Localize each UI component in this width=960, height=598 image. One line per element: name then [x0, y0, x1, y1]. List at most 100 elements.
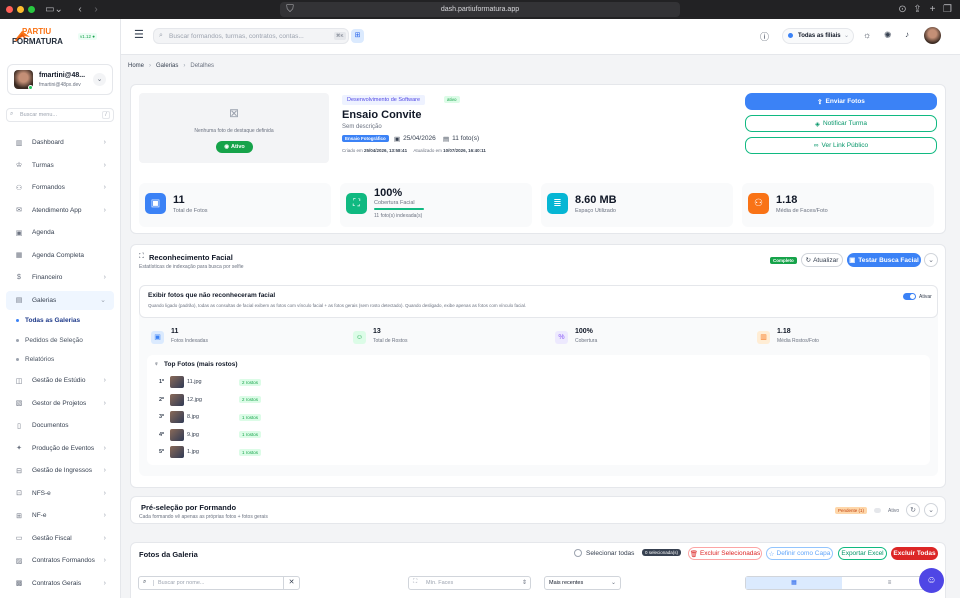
- min-faces-select[interactable]: ⛶ Mín. Faces ⇕: [408, 576, 531, 590]
- menu-icon[interactable]: ☰: [134, 30, 144, 41]
- megaphone-icon: ◈: [814, 120, 820, 128]
- sidebar-item-agenda[interactable]: ▣ Agenda: [6, 223, 114, 242]
- no-photo-text: Nenhuma foto de destaque definida: [194, 128, 274, 134]
- file-name: 1.jpg: [187, 449, 199, 455]
- sidebar-item-produ-o-de-eventos[interactable]: ✦ Produção de Eventos ›: [6, 439, 114, 458]
- breadcrumb-galerias[interactable]: Galerias: [156, 63, 178, 69]
- sidebar-item-turmas[interactable]: ♔ Turmas ›: [6, 156, 114, 175]
- sidebar-toggle-icon[interactable]: ▭⌄: [42, 3, 66, 16]
- sidebar-item-dashboard[interactable]: ▥ Dashboard ›: [6, 133, 114, 152]
- url-bar[interactable]: dash.partiuformatura.app: [280, 2, 680, 17]
- tabs-overview-icon[interactable]: ❐: [942, 3, 953, 16]
- preselection-chevron-icon[interactable]: ⌄: [924, 503, 938, 517]
- status-badge[interactable]: ◉ Ativo: [216, 141, 253, 153]
- show-unrecognized-toggle[interactable]: [903, 293, 916, 300]
- users-icon: ⚇: [748, 193, 769, 214]
- filial-selector[interactable]: Todas as filiais ⌄: [782, 28, 854, 44]
- new-tab-icon[interactable]: +: [927, 3, 938, 16]
- preselection-toggle[interactable]: [874, 508, 881, 513]
- sidebar-item-financeiro[interactable]: $ Financeiro ›: [6, 268, 114, 287]
- top-photo-row[interactable]: 3º 8.jpg 1 rostos: [159, 411, 262, 423]
- sidebar-subitem-relat-rios[interactable]: Relatórios: [16, 356, 54, 363]
- photo-search-input[interactable]: Buscar por nome...: [153, 580, 204, 586]
- back-icon[interactable]: ‹: [74, 3, 86, 16]
- rank: 1º: [159, 379, 165, 385]
- menu-search-input[interactable]: Buscar menu...: [20, 112, 57, 118]
- sidebar-subitem-todas-as-galerias[interactable]: Todas as Galerias: [16, 317, 80, 324]
- forward-icon[interactable]: ›: [90, 3, 102, 16]
- sidebar-item-contratos-gerais[interactable]: ▩ Contratos Gerais ›: [6, 574, 114, 593]
- delete-all-button[interactable]: Excluir Todas: [891, 547, 938, 560]
- menu-search[interactable]: ⌕ Buscar menu... /: [6, 108, 114, 122]
- face-icon: ⛶: [413, 579, 418, 585]
- top-photo-row[interactable]: 4º 9.jpg 1 rostos: [159, 428, 262, 441]
- user-email: fmartini@48px.dev: [39, 82, 81, 88]
- global-search-input[interactable]: Buscar formandos, turmas, contratos, con…: [169, 33, 304, 40]
- global-search[interactable]: ⌕ Buscar formandos, turmas, contratos, c…: [153, 28, 349, 44]
- shield-icon: ⛉: [286, 4, 294, 15]
- facial-inner-panel: Exibir fotos que não reconheceram facial…: [139, 285, 938, 476]
- sidebar-item-formandos[interactable]: ⚇ Formandos ›: [6, 178, 114, 197]
- top-photo-row[interactable]: 5º 1.jpg 1 rostos: [159, 446, 262, 458]
- send-photos-button[interactable]: ⇪ Enviar Fotos: [745, 93, 937, 110]
- preselection-refresh-icon[interactable]: ↻: [906, 503, 920, 517]
- apps-grid-icon[interactable]: ⊞: [351, 29, 364, 43]
- grid-view-button[interactable]: ▦: [746, 577, 842, 589]
- filial-label: Todas as filiais: [798, 33, 841, 39]
- sidebar-item-nf-e[interactable]: ⊞ NF-e ›: [6, 506, 114, 525]
- close-window-button[interactable]: [6, 6, 13, 13]
- image-icon: ▤: [443, 136, 450, 143]
- collapse-chevron-icon[interactable]: ⌄: [924, 253, 938, 267]
- top-photo-row[interactable]: 1º 11.jpg 2 rostos: [159, 376, 262, 388]
- sidebar-item-nfs-e[interactable]: ⊡ NFS-e ›: [6, 484, 114, 503]
- sun-icon[interactable]: ☼: [863, 30, 871, 40]
- photo-search[interactable]: ⌕ Buscar por nome... ✕: [138, 576, 300, 590]
- toggle-title: Exibir fotos que não reconheceram facial: [148, 292, 276, 299]
- sidebar-item-gestor-de-projetos[interactable]: ▧ Gestor de Projetos ›: [6, 394, 114, 413]
- trophy-icon: ♆: [154, 361, 159, 368]
- document-icon: ▯: [17, 422, 21, 430]
- sidebar-item-gest-o-de-est-dio[interactable]: ◫ Gestão de Estúdio ›: [6, 371, 114, 390]
- minimize-window-button[interactable]: [17, 6, 24, 13]
- chat-icon: ✉: [16, 207, 22, 214]
- clear-search-icon[interactable]: ✕: [283, 577, 299, 589]
- fiscal-icon: ▭: [15, 535, 23, 542]
- top-photo-row[interactable]: 2º 12.jpg 2 rostos: [159, 393, 262, 406]
- sidebar-item-contratos-formandos[interactable]: ▨ Contratos Formandos ›: [6, 551, 114, 570]
- pending-badge: Pendente (1): [835, 507, 868, 514]
- top-avatar[interactable]: [924, 27, 941, 44]
- chat-support-icon[interactable]: ☺: [919, 568, 944, 593]
- calendar-icon: ▣: [394, 136, 401, 143]
- share-icon[interactable]: ⇪: [912, 3, 923, 16]
- stat-card: ⛶ 100% Cobertura Facial 11 foto(s) indexada…: [340, 183, 532, 227]
- stat-value: 1.18: [776, 194, 798, 206]
- sort-select[interactable]: Mais recentes ⌄: [544, 576, 621, 590]
- toggle-panel: Exibir fotos que não reconheceram facial…: [139, 285, 938, 318]
- public-link-button[interactable]: ∞ Ver Link Público: [745, 137, 937, 154]
- test-facial-search-button[interactable]: ▣ Testar Busca Facial: [847, 253, 921, 267]
- chevron-icon: ›: [103, 444, 106, 452]
- sidebar-item-atendimento-app[interactable]: ✉ Atendimento App ›: [6, 201, 114, 220]
- delete-selected-button[interactable]: 🗑 Excluir Selecionadas: [688, 547, 762, 560]
- sidebar-item-gest-o-de-ingressos[interactable]: ⊟ Gestão de Ingressos ›: [6, 461, 114, 480]
- sidebar-item-gest-o-fiscal[interactable]: ▭ Gestão Fiscal ›: [6, 529, 114, 548]
- set-cover-button[interactable]: ☆ Definir como Capa: [766, 547, 833, 560]
- facial-stat-value: 11: [171, 328, 179, 335]
- user-card[interactable]: fmartini@48... fmartini@48px.dev ⌄: [7, 64, 113, 95]
- export-excel-button[interactable]: Exportar Excel: [838, 547, 887, 560]
- maximize-window-button[interactable]: [28, 6, 35, 13]
- settings-gear-icon[interactable]: ✺: [884, 30, 892, 41]
- help-icon[interactable]: ⓘ: [760, 30, 769, 43]
- bell-icon[interactable]: ♪: [905, 30, 909, 39]
- select-all-checkbox[interactable]: [574, 549, 582, 557]
- sidebar-subitem-pedidos-de-sele-o[interactable]: Pedidos de Seleção: [16, 337, 83, 344]
- top-bar: ☰ ⌕ Buscar formandos, turmas, contratos,…: [121, 19, 960, 55]
- sidebar-item-documentos[interactable]: ▯ Documentos: [6, 416, 114, 435]
- breadcrumb-home[interactable]: Home: [128, 63, 144, 69]
- notify-class-button[interactable]: ◈ Notificar Turma: [745, 115, 937, 132]
- sidebar-item-agenda-completa[interactable]: ▦ Agenda Completa: [6, 246, 114, 265]
- sidebar-item-galerias[interactable]: ▤ Galerias ⌄: [6, 290, 114, 310]
- refresh-button[interactable]: ↻ Atualizar: [801, 253, 843, 267]
- chevron-down-icon[interactable]: ⌄: [93, 73, 106, 86]
- download-icon[interactable]: ⊙: [897, 3, 908, 16]
